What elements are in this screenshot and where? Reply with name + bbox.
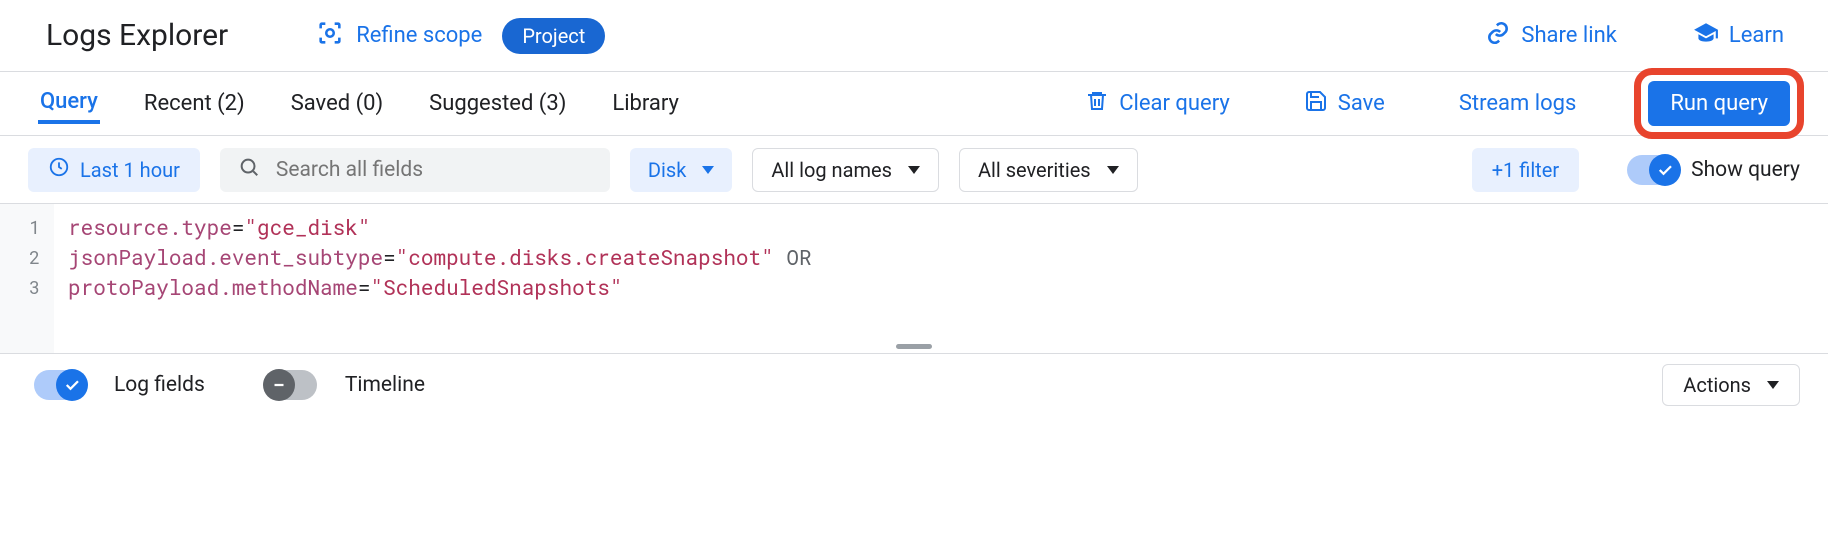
page-title: Logs Explorer [46, 18, 228, 53]
log-fields-label: Log fields [114, 373, 205, 397]
tab-library[interactable]: Library [610, 85, 681, 122]
refine-scope-label: Refine scope [356, 23, 482, 48]
more-filters-chip[interactable]: +1 filter [1472, 148, 1579, 192]
resource-filter-label: Disk [648, 158, 686, 182]
graduation-cap-icon [1693, 20, 1719, 52]
chevron-down-icon [1767, 381, 1779, 389]
editor-code[interactable]: resource.type="gce_disk"jsonPayload.even… [54, 204, 826, 353]
tab-saved[interactable]: Saved (0) [289, 85, 385, 122]
show-query-label: Show query [1691, 158, 1800, 182]
editor-gutter: 123 [0, 204, 54, 353]
trash-icon [1085, 89, 1109, 119]
save-label: Save [1338, 91, 1385, 116]
search-fields-input[interactable] [274, 157, 592, 183]
check-icon [56, 369, 88, 401]
check-icon [1649, 154, 1681, 186]
severities-label: All severities [978, 158, 1091, 182]
chevron-down-icon [702, 166, 714, 174]
tab-recent[interactable]: Recent (2) [142, 85, 247, 122]
scope-chip: Project [502, 18, 605, 54]
toggle-off-knob [263, 369, 295, 401]
query-editor[interactable]: 123 resource.type="gce_disk"jsonPayload.… [0, 204, 1828, 354]
actions-button[interactable]: Actions [1662, 364, 1800, 406]
search-fields-input-wrap[interactable] [220, 148, 610, 192]
search-icon [238, 156, 260, 184]
timeline-label: Timeline [345, 373, 425, 397]
share-link-label: Share link [1521, 23, 1617, 48]
log-fields-toggle[interactable] [34, 370, 86, 400]
refine-scope-button[interactable]: Refine scope Project [316, 18, 605, 54]
show-query-toggle[interactable] [1627, 155, 1679, 185]
stream-logs-button[interactable]: Stream logs [1459, 91, 1577, 116]
actions-label: Actions [1683, 373, 1751, 397]
chevron-down-icon [908, 166, 920, 174]
tab-suggested[interactable]: Suggested (3) [427, 85, 568, 122]
clear-query-button[interactable]: Clear query [1085, 89, 1230, 119]
log-names-label: All log names [771, 158, 892, 182]
run-query-highlight: Run query [1634, 68, 1804, 139]
clock-icon [48, 156, 70, 183]
resize-handle[interactable] [896, 344, 932, 349]
tab-query[interactable]: Query [38, 83, 100, 124]
save-button[interactable]: Save [1304, 89, 1385, 119]
scope-target-icon [316, 19, 344, 53]
run-query-button[interactable]: Run query [1648, 81, 1790, 126]
severities-filter[interactable]: All severities [959, 148, 1138, 192]
learn-label: Learn [1729, 23, 1784, 48]
log-names-filter[interactable]: All log names [752, 148, 939, 192]
clear-query-label: Clear query [1119, 91, 1230, 116]
time-range-label: Last 1 hour [80, 158, 180, 182]
resource-filter[interactable]: Disk [630, 148, 732, 192]
save-icon [1304, 89, 1328, 119]
time-range-chip[interactable]: Last 1 hour [28, 148, 200, 192]
link-icon [1485, 20, 1511, 52]
learn-button[interactable]: Learn [1693, 20, 1784, 52]
share-link-button[interactable]: Share link [1485, 20, 1617, 52]
timeline-toggle[interactable] [265, 370, 317, 400]
chevron-down-icon [1107, 166, 1119, 174]
